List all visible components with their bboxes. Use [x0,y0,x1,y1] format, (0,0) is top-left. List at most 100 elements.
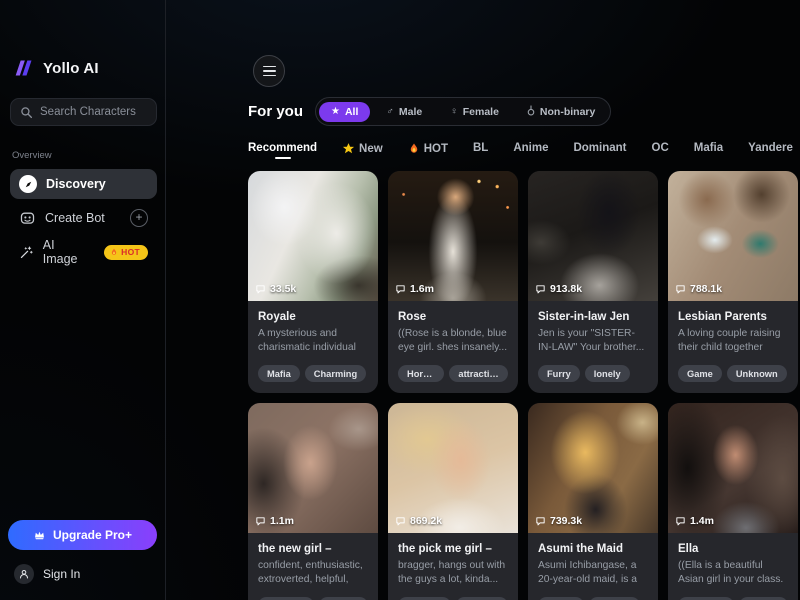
tag-chip[interactable]: Game [678,365,722,382]
chat-bubble-icon [395,516,406,527]
plus-icon[interactable]: + [130,209,148,227]
views-counter: 33.5k [255,283,296,295]
compass-icon [19,175,37,193]
chat-bubble-icon [255,516,266,527]
logo[interactable]: Yollo AI [14,58,157,78]
chat-bubble-icon [535,284,546,295]
upgrade-pro-button[interactable]: Upgrade Pro+ [8,520,157,550]
character-grid: 33.5k Royale A mysterious and charismati… [248,171,798,600]
hot-badge-label: HOT [121,247,140,257]
character-image: 1.1m [248,403,378,533]
hot-badge: HOT [104,245,148,260]
menu-button[interactable] [253,55,285,87]
search-box[interactable] [10,98,157,126]
tag-row: Game Unknown [678,365,788,382]
character-description: A loving couple raising their child toge… [678,327,788,356]
character-card-the-pick-me-girl[interactable]: 869.2k the pick me girl – bragger, hangs… [388,403,518,600]
tab-yandere[interactable]: Yandere [748,142,793,154]
character-name: the new girl – [258,543,368,555]
filter-non-binary[interactable]: Non-binary [515,101,607,122]
character-description: ((Ella is a beautiful Asian girl in your… [678,559,788,588]
page-title: For you [248,103,303,120]
character-description: Jen is your "SISTER-IN-LAW" Your brother… [538,327,648,356]
upgrade-pro-label: Upgrade Pro+ [53,528,132,542]
tab-recommend[interactable]: Recommend [248,142,317,159]
tag-row: Mafia Charming [258,365,368,382]
views-counter: 788.1k [675,283,722,295]
mask-icon [19,210,36,227]
character-description: confident, enthusiastic, extroverted, he… [258,559,368,588]
gold-star-icon [342,142,355,155]
sidebar-item-label: AI Image [43,238,86,266]
sign-in-button[interactable]: Sign In [14,564,157,584]
character-image: 1.6m [388,171,518,301]
sidebar-item-label: Create Bot [45,211,105,225]
character-description: ((Rose is a blonde, blue eye girl. shes … [398,327,508,356]
character-image: 1.4m [668,403,798,533]
chat-bubble-icon [675,284,686,295]
character-card-ella[interactable]: 1.4m Ella ((Ella is a beautiful Asian gi… [668,403,798,600]
chat-bubble-icon [395,284,406,295]
sidebar-section-label: Overview [12,150,157,161]
views-counter: 1.4m [675,515,714,527]
filter-all[interactable]: ★ All [319,102,370,122]
chat-bubble-icon [675,516,686,527]
sidebar-item-discovery[interactable]: Discovery [10,169,157,199]
tab-oc[interactable]: OC [652,142,669,154]
tag-chip[interactable]: Horror [398,365,444,382]
filter-female[interactable]: ♀ Female [438,102,511,122]
character-card-asumi-the-maid[interactable]: 739.3k Asumi the Maid Asumi Ichibangase,… [528,403,658,600]
character-card-the-new-girl[interactable]: 1.1m the new girl – confident, enthusias… [248,403,378,600]
female-icon: ♀ [450,106,458,117]
tag-chip[interactable]: Unknown [727,365,787,382]
gender-filter-bar: ★ All ♂ Male ♀ Female [315,97,611,126]
character-card-rose[interactable]: 1.6m Rose ((Rose is a blonde, blue eye g… [388,171,518,393]
sidebar-item-create-bot[interactable]: Create Bot + [10,203,157,233]
tag-chip[interactable]: Furry [538,365,580,382]
character-description: bragger, hangs out with the guys a lot, … [398,559,508,588]
filter-male[interactable]: ♂ Male [374,102,434,122]
character-card-lesbian-parents[interactable]: 788.1k Lesbian Parents A loving couple r… [668,171,798,393]
tab-bl[interactable]: BL [473,142,488,154]
yollo-logo-icon [14,58,34,78]
crown-icon [33,529,46,541]
tab-hot[interactable]: HOT [408,142,448,155]
wand-icon [19,244,34,261]
character-image: 913.8k [528,171,658,301]
for-you-header: For you ★ All ♂ Male ♀ Female [248,97,800,126]
tag-chip[interactable]: lonely [585,365,630,382]
character-description: A mysterious and charismatic individual [258,327,368,356]
character-card-sister-in-law-jen[interactable]: 913.8k Sister-in-law Jen Jen is your "SI… [528,171,658,393]
tag-chip[interactable]: Mafia [258,365,300,382]
views-counter: 1.1m [255,515,294,527]
search-icon [20,106,33,119]
sign-in-label: Sign In [43,567,80,581]
tab-mafia[interactable]: Mafia [694,142,723,154]
app-window: Yollo AI Overview Discovery [0,0,800,600]
character-description: Asumi Ichibangase, a 20-year-old maid, i… [538,559,648,588]
character-name: Royale [258,311,368,323]
character-image: 739.3k [528,403,658,533]
character-name: Rose [398,311,508,323]
character-name: Asumi the Maid [538,543,648,555]
neuter-icon [527,105,535,118]
character-name: Ella [678,543,788,555]
tab-dominant[interactable]: Dominant [573,142,626,154]
views-counter: 913.8k [535,283,582,295]
tag-row: Horror attractive [398,365,508,382]
chat-bubble-icon [535,516,546,527]
tab-anime[interactable]: Anime [513,142,548,154]
tag-chip[interactable]: Charming [305,365,366,382]
user-icon [14,564,34,584]
views-counter: 739.3k [535,515,582,527]
flame-icon [408,142,420,155]
search-input[interactable] [40,106,147,118]
main-content: For you ★ All ♂ Male ♀ Female [166,0,800,600]
character-card-royale[interactable]: 33.5k Royale A mysterious and charismati… [248,171,378,393]
sidebar-item-ai-image[interactable]: AI Image HOT [10,237,157,267]
male-icon: ♂ [386,106,394,117]
tab-new[interactable]: New [342,142,383,155]
app-title: Yollo AI [43,60,99,77]
character-image: 788.1k [668,171,798,301]
tag-chip[interactable]: attractive [449,365,508,382]
